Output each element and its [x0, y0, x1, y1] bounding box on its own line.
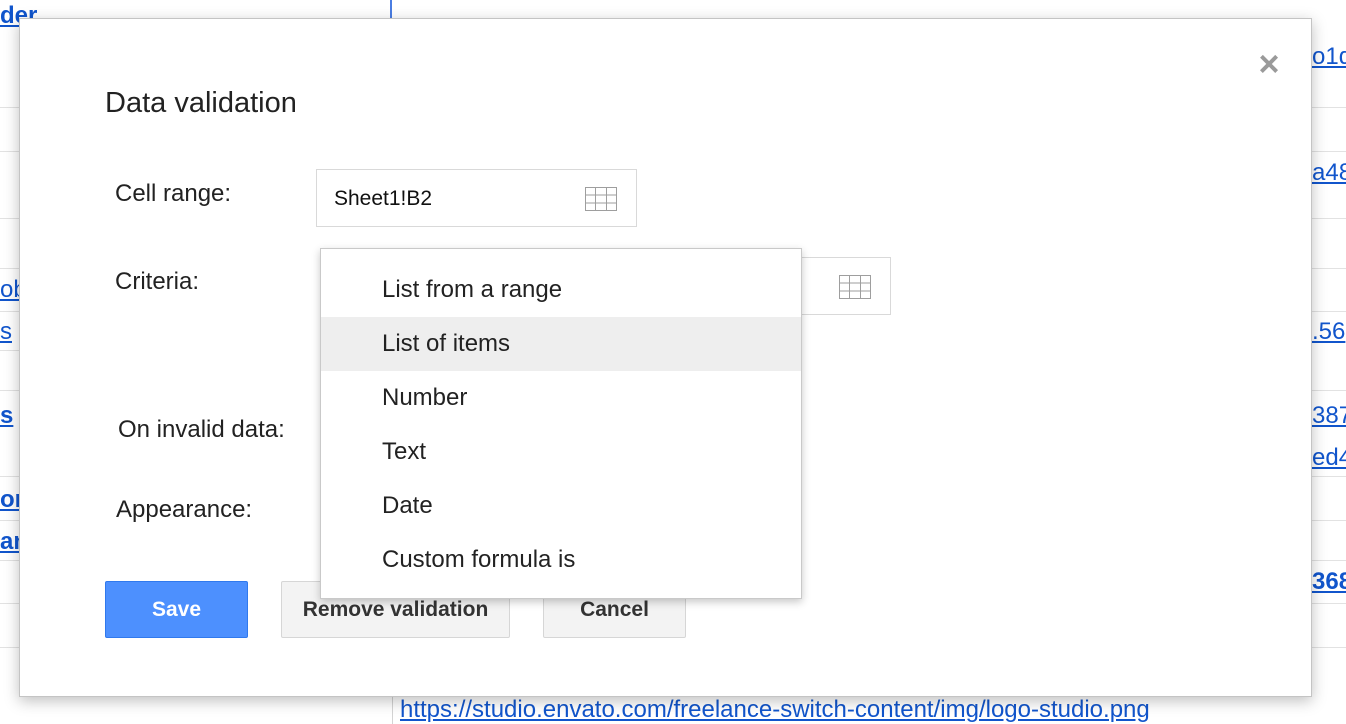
- bg-cell-link[interactable]: .56: [1312, 318, 1345, 346]
- menu-item-text[interactable]: Text: [321, 425, 801, 479]
- select-range-icon[interactable]: [585, 187, 617, 211]
- menu-item-list-from-range[interactable]: List from a range: [321, 263, 801, 317]
- menu-item-custom-formula[interactable]: Custom formula is: [321, 533, 801, 587]
- dialog-title: Data validation: [105, 87, 297, 119]
- cell-range-label: Cell range:: [115, 180, 232, 207]
- bg-cell-link[interactable]: o1d: [1312, 43, 1346, 71]
- select-range-icon[interactable]: [839, 275, 871, 299]
- bg-cell-link[interactable]: ed4: [1312, 444, 1346, 472]
- on-invalid-data-label: On invalid data:: [118, 416, 285, 443]
- criteria-dropdown-menu: List from a range List of items Number T…: [320, 248, 802, 599]
- menu-item-number[interactable]: Number: [321, 371, 801, 425]
- menu-item-date[interactable]: Date: [321, 479, 801, 533]
- close-icon[interactable]: ×: [1254, 46, 1284, 82]
- cell-range-input[interactable]: Sheet1!B2: [316, 169, 637, 227]
- bg-cell-link[interactable]: 368: [1312, 568, 1346, 596]
- bg-cell-link[interactable]: 387: [1312, 402, 1346, 430]
- appearance-label: Appearance:: [116, 496, 253, 523]
- bg-url-link[interactable]: https://studio.envato.com/freelance-swit…: [400, 696, 1150, 724]
- cell-range-value: Sheet1!B2: [334, 187, 433, 210]
- bg-cell-link[interactable]: s: [0, 402, 13, 430]
- bg-cell-link[interactable]: s: [0, 318, 12, 346]
- criteria-label: Criteria:: [115, 268, 200, 295]
- bg-cell-link[interactable]: a48: [1312, 159, 1346, 187]
- menu-item-list-of-items[interactable]: List of items: [321, 317, 801, 371]
- save-button[interactable]: Save: [105, 581, 248, 638]
